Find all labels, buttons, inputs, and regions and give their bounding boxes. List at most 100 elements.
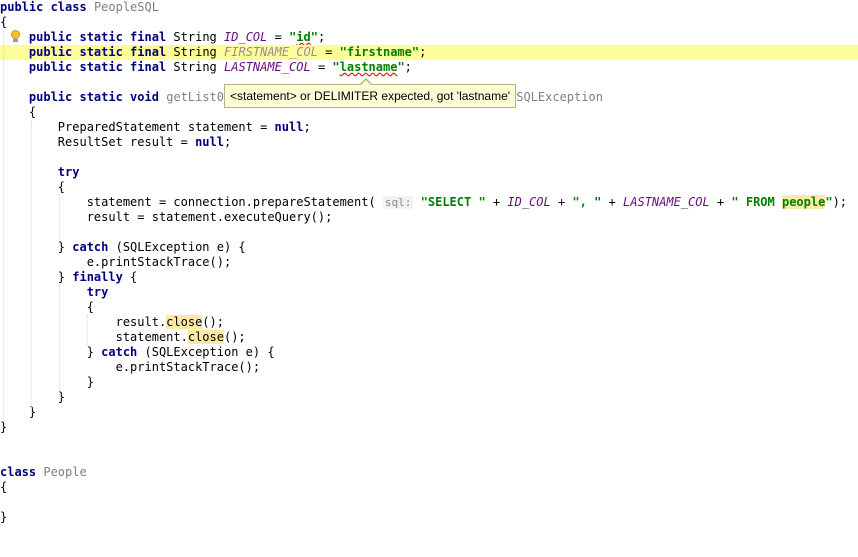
semicolon: ; (317, 30, 326, 44)
lightbulb-icon[interactable] (10, 30, 21, 42)
brace: } (86, 345, 102, 359)
sql-string: ", " (572, 195, 602, 209)
error-tooltip: <statement> or DELIMITER expected, got '… (224, 84, 517, 108)
modifiers: public static final (28, 45, 167, 59)
keyword: class (0, 465, 37, 479)
code-line: statement.close(); (0, 330, 858, 345)
code-line: } (0, 390, 858, 405)
code-line: try (0, 165, 858, 180)
declaration: ResultSet result = (57, 135, 196, 149)
call-end: (); (223, 330, 246, 344)
statement: result = statement.executeQuery(); (86, 210, 333, 224)
tooltip-arrow-fill (361, 80, 371, 85)
type: String (173, 30, 217, 44)
sql-string: " (825, 195, 833, 209)
method-name: getList0 (166, 90, 224, 104)
code-line: ResultSet result = null; (0, 135, 858, 150)
operator: = (267, 30, 290, 44)
indent-guide (59, 285, 60, 397)
statement: e.printStackTrace(); (86, 255, 232, 269)
try-keyword: try (57, 165, 80, 179)
code-line: e.printStackTrace(); (0, 360, 858, 375)
indent-guide (59, 195, 60, 240)
sql-string: "SELECT " (420, 195, 486, 209)
code-line: PreparedStatement statement = null; (0, 120, 858, 135)
declaration: PreparedStatement statement = (57, 120, 275, 134)
brace: } (57, 240, 73, 254)
code-line: result = statement.executeQuery(); (0, 210, 858, 225)
brace: } (0, 420, 8, 434)
call-end: (); (202, 315, 224, 329)
object-ref: result. (115, 315, 167, 329)
table-ref: people (781, 195, 826, 209)
code-line: { (0, 480, 858, 495)
finally-keyword: finally (72, 270, 123, 284)
indent-guide (31, 120, 32, 412)
indent-guide (87, 315, 88, 345)
brace: } (57, 270, 73, 284)
brace: { (86, 300, 94, 314)
catch-keyword: catch (101, 345, 138, 359)
brace: } (86, 375, 94, 389)
catch-clause: (SQLException e) { (137, 345, 275, 359)
sql-string: " FROM (731, 195, 782, 209)
code-line: e.printStackTrace(); (0, 255, 858, 270)
code-line: public static final String ID_COL = "id"… (0, 30, 858, 45)
code-line: public class PeopleSQL (0, 0, 858, 15)
code-line: } catch (SQLException e) { (0, 345, 858, 360)
class-name: People (43, 465, 87, 479)
object-ref: statement. (115, 330, 188, 344)
field-name: ID_COL (224, 30, 268, 44)
indent-guide (3, 30, 4, 422)
string-quote: " (310, 30, 318, 44)
brace: { (122, 270, 138, 284)
code-line: } (0, 375, 858, 390)
code-line: } (0, 420, 858, 435)
try-keyword: try (86, 285, 109, 299)
string-value: "firstname" (339, 45, 420, 59)
operator: + (485, 195, 508, 209)
code-line: { (0, 300, 858, 315)
semicolon: ; (223, 135, 232, 149)
semicolon: ; (404, 60, 412, 74)
code-line: } (0, 405, 858, 420)
brace: { (57, 180, 66, 194)
method-tail: aSQLException (509, 90, 603, 104)
modifiers: public static final (28, 30, 167, 44)
parameter-hint: sql: (382, 196, 414, 209)
call-end: ); (832, 195, 848, 209)
operator: + (550, 195, 573, 209)
code-line: } catch (SQLException e) { (0, 240, 858, 255)
operator: + (601, 195, 624, 209)
field-ref: LASTNAME_COL (623, 195, 710, 209)
operator: = (317, 45, 340, 59)
code-editor[interactable]: public class PeopleSQL { public static f… (0, 0, 858, 557)
catch-keyword: catch (72, 240, 109, 254)
code-line: try (0, 285, 858, 300)
code-line-current: public static final String FIRSTNAME_COL… (0, 45, 858, 60)
method-call: close (187, 330, 224, 344)
null-keyword: null (274, 120, 304, 134)
brace: { (28, 105, 37, 119)
code-line: } (0, 510, 858, 525)
brace: } (0, 510, 8, 524)
method-call: close (166, 315, 203, 329)
field-name: LASTNAME_COL (224, 60, 311, 74)
modifiers: public static final (28, 60, 167, 74)
code-line: { (0, 180, 858, 195)
statement-call: statement = connection.prepareStatement( (86, 195, 383, 209)
code-line: statement = connection.prepareStatement(… (0, 195, 858, 210)
statement: e.printStackTrace(); (115, 360, 261, 374)
lightbulb-base (13, 39, 18, 42)
operator: = (310, 60, 333, 74)
keyword: public class (0, 0, 87, 14)
null-keyword: null (195, 135, 224, 149)
brace: } (28, 405, 37, 419)
field-name: FIRSTNAME_COL (224, 45, 318, 59)
modifiers: public static void (28, 90, 159, 104)
code-line: } finally { (0, 270, 858, 285)
semicolon: ; (303, 120, 311, 134)
operator: + (709, 195, 732, 209)
type: String (173, 60, 217, 74)
semicolon: ; (419, 45, 427, 59)
